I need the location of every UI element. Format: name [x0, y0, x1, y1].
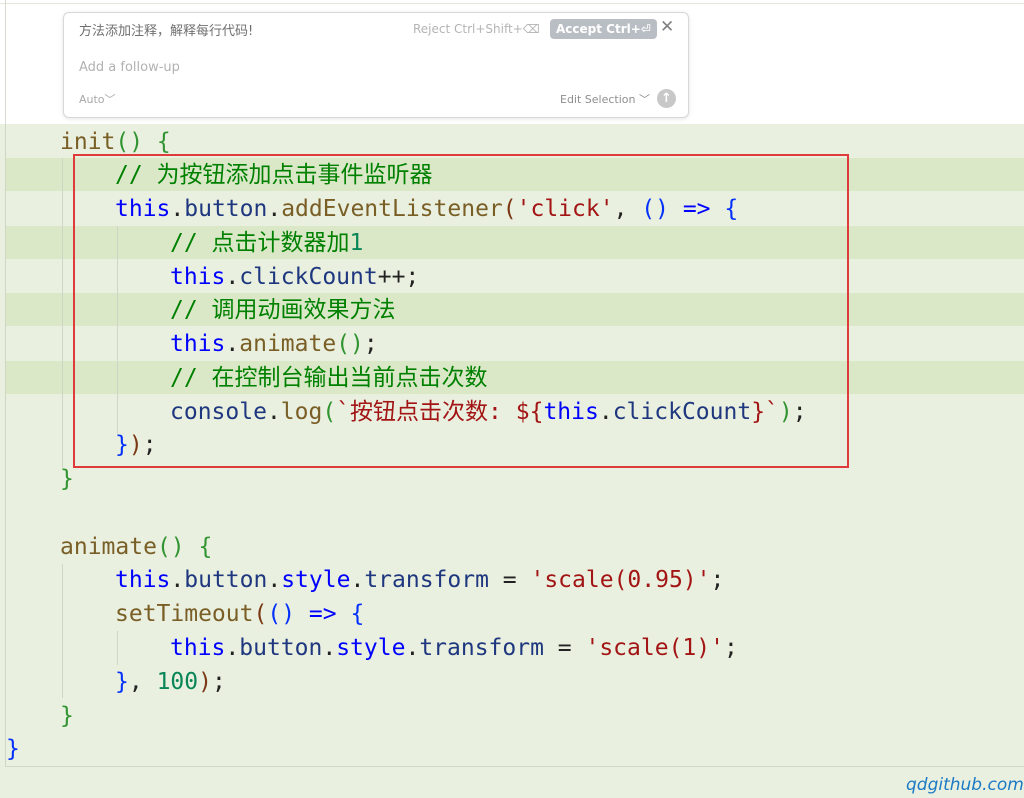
chevron-down-icon: ﹀ [639, 93, 650, 106]
mode-label: Auto [79, 93, 105, 106]
footer-rule [5, 766, 1024, 767]
prompt-text[interactable]: 方法添加注释，解释每行代码! [79, 20, 253, 39]
code-line[interactable]: setTimeout(() => { [115, 597, 364, 631]
edit-selection-label: Edit Selection [560, 93, 636, 106]
selection-outline [73, 154, 849, 468]
indent-guide [62, 564, 63, 698]
code-line[interactable]: animate() { [60, 530, 212, 564]
code-line[interactable]: } [60, 699, 74, 733]
submit-arrow-icon[interactable]: ↑ [657, 89, 676, 108]
accept-button[interactable]: Accept Ctrl+⏎ [550, 19, 657, 39]
code-line[interactable]: } [60, 462, 74, 496]
follow-up-input[interactable] [79, 60, 399, 75]
code-line[interactable]: }, 100); [115, 665, 226, 699]
mode-dropdown[interactable]: Auto﹀ [79, 91, 116, 107]
edit-selection-dropdown[interactable]: Edit Selection ﹀ [560, 91, 650, 107]
gutter-rule [5, 124, 6, 766]
indent-guide [62, 158, 63, 468]
watermark: qdgithub.com [906, 775, 1024, 795]
gutter-rule-top [5, 0, 6, 124]
close-icon[interactable]: ✕ [660, 17, 674, 37]
inline-edit-popup: 方法添加注释，解释每行代码! Reject Ctrl+Shift+⌫ Accep… [63, 12, 689, 118]
reject-button[interactable]: Reject Ctrl+Shift+⌫ [413, 22, 540, 36]
indent-guide [117, 631, 118, 665]
code-line[interactable]: this.button.style.transform = 'scale(0.9… [115, 563, 724, 597]
chevron-down-icon: ﹀ [104, 93, 116, 106]
top-rule [0, 3, 1024, 4]
code-line[interactable]: this.button.style.transform = 'scale(1)'… [170, 631, 738, 665]
code-line[interactable]: } [6, 732, 20, 766]
